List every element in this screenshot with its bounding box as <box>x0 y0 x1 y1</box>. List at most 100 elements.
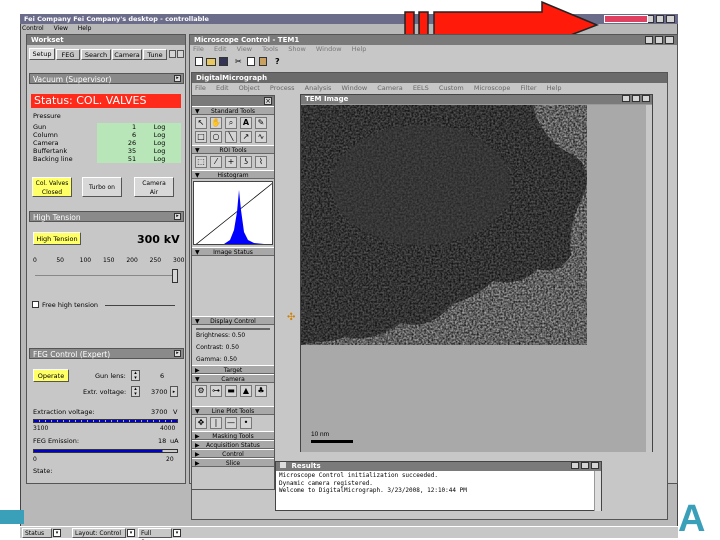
mc-menu-tools[interactable]: Tools <box>262 45 278 53</box>
control-header[interactable]: ▶ Control <box>192 449 274 458</box>
image-min-button[interactable] <box>622 95 630 102</box>
save-icon[interactable] <box>219 57 228 66</box>
target-header[interactable]: ▶ Target <box>192 365 274 374</box>
tab-feg[interactable]: FEG <box>56 49 80 60</box>
pointer-tool-icon[interactable]: ↖ <box>195 117 207 129</box>
tab-scroll-left-button[interactable] <box>169 50 176 58</box>
dm-menu-analysis[interactable]: Analysis <box>305 84 332 92</box>
taskbar-item-fullscreen[interactable]: Full Screen <box>138 528 172 540</box>
curve-shape-icon[interactable]: ∿ <box>255 131 267 143</box>
taskbar-fullscreen-dropdown[interactable]: ▾ <box>173 529 181 537</box>
ht-slider-track[interactable] <box>35 275 177 276</box>
camera-header[interactable]: ▼ Camera <box>192 374 274 383</box>
image-status-header[interactable]: ▼ Image Status <box>192 247 274 256</box>
mc-menu-help[interactable]: Help <box>352 45 367 53</box>
panel-expand-icon[interactable]: ▸ <box>174 213 181 220</box>
results-close-button[interactable] <box>591 462 599 469</box>
dm-menu-eels[interactable]: EELS <box>413 84 429 92</box>
results-vscrollbar[interactable] <box>594 471 601 511</box>
dm-menu-window[interactable]: Window <box>342 84 368 92</box>
mc-max-button[interactable] <box>655 36 663 44</box>
operate-button[interactable]: Operate <box>33 369 69 382</box>
mc-menu-window[interactable]: Window <box>316 45 342 53</box>
masking-tools-header[interactable]: ▶ Masking Tools <box>192 431 274 440</box>
line-plot-hline-icon[interactable]: — <box>225 417 237 429</box>
cut-icon[interactable]: ✂ <box>235 58 242 66</box>
feg-panel-header[interactable]: FEG Control (Expert) ▸ <box>29 348 184 359</box>
dm-menu-file[interactable]: File <box>195 84 206 92</box>
taskbar-item-layout[interactable]: Layout: Control <box>72 528 126 538</box>
lasso-roi-icon[interactable]: ʖ <box>240 156 252 168</box>
vacuum-panel-header[interactable]: Vacuum (Supervisor) ▸ <box>29 73 184 84</box>
arrow-shape-icon[interactable]: ↗ <box>240 131 252 143</box>
camera-view-icon[interactable]: ⊶ <box>210 385 222 397</box>
display-control-header[interactable]: ▼ Display Control <box>192 316 274 325</box>
text-tool-icon[interactable]: A <box>240 117 252 129</box>
panel-expand-icon[interactable]: ▸ <box>174 350 181 357</box>
tem-micrograph-image[interactable]: 10 nm <box>301 105 652 452</box>
results-min-button[interactable] <box>571 462 579 469</box>
brightness-slider[interactable] <box>196 328 270 330</box>
turbo-button[interactable]: Turbo on <box>82 177 122 197</box>
acquisition-status-header[interactable]: ▶ Acquisition Status <box>192 440 274 449</box>
hand-tool-icon[interactable]: ✋ <box>210 117 222 129</box>
gun-lens-stepper[interactable]: ▴ ▾ <box>131 370 140 381</box>
camera-air-button[interactable]: Camera Air <box>134 177 174 197</box>
dm-menu-process[interactable]: Process <box>270 84 295 92</box>
line-plot-vline-icon[interactable]: | <box>210 417 222 429</box>
dm-menu-custom[interactable]: Custom <box>439 84 464 92</box>
point-roi-icon[interactable]: + <box>225 156 237 168</box>
camera-record-icon[interactable]: ▬ <box>225 385 237 397</box>
free-ht-checkbox[interactable] <box>32 301 39 308</box>
results-max-button[interactable] <box>581 462 589 469</box>
slice-header[interactable]: ▶ Slice <box>192 458 274 467</box>
tab-scroll-right-button[interactable] <box>177 50 184 58</box>
new-file-icon[interactable] <box>195 57 203 66</box>
standard-tools-header[interactable]: ▼ Standard Tools <box>192 106 274 115</box>
extr-voltage-menu-button[interactable]: ▸ <box>170 386 178 397</box>
rect-shape-icon[interactable]: □ <box>195 131 207 143</box>
paste-icon[interactable] <box>259 57 267 66</box>
open-folder-icon[interactable] <box>206 58 216 66</box>
tab-camera[interactable]: Camera <box>112 49 142 60</box>
camera-gain-icon[interactable]: ♣ <box>255 385 267 397</box>
tab-tune[interactable]: Tune <box>143 49 167 60</box>
zoom-tool-icon[interactable]: ⌕ <box>225 117 237 129</box>
rect-roi-icon[interactable]: ⬚ <box>195 156 207 168</box>
col-valves-button[interactable]: Col. Valves Closed <box>32 177 72 197</box>
desktop-menu-control[interactable]: Control <box>22 25 44 32</box>
camera-acquire-icon[interactable]: ▲ <box>240 385 252 397</box>
roi-tools-header[interactable]: ▼ ROI Tools <box>192 145 274 154</box>
mc-menu-edit[interactable]: Edit <box>214 45 227 53</box>
mc-close-button[interactable] <box>665 36 674 44</box>
dm-menu-help[interactable]: Help <box>547 84 562 92</box>
mc-min-button[interactable] <box>645 36 653 44</box>
desktop-menu-view[interactable]: View <box>54 25 68 32</box>
polygon-roi-icon[interactable]: ⌇ <box>255 156 267 168</box>
oval-shape-icon[interactable]: ○ <box>210 131 222 143</box>
taskbar-item-status[interactable]: Status <box>22 528 52 538</box>
camera-settings-icon[interactable]: ⚙ <box>195 385 207 397</box>
tab-setup[interactable]: Setup <box>29 48 55 60</box>
pencil-tool-icon[interactable]: ✎ <box>255 117 267 129</box>
line-plot-header[interactable]: ▼ Line Plot Tools <box>192 406 274 415</box>
copy-icon[interactable] <box>247 57 255 66</box>
high-tension-button[interactable]: High Tension <box>33 232 81 245</box>
image-vscrollbar[interactable] <box>646 105 652 452</box>
dm-menu-object[interactable]: Object <box>239 84 260 92</box>
image-max-button[interactable] <box>632 95 640 102</box>
line-shape-icon[interactable]: ╲ <box>225 131 237 143</box>
desktop-menu-help[interactable]: Help <box>78 25 92 32</box>
mc-menu-view[interactable]: View <box>237 45 252 53</box>
dm-menu-edit[interactable]: Edit <box>216 84 229 92</box>
dm-menu-filter[interactable]: Filter <box>520 84 536 92</box>
line-plot-move-icon[interactable]: ✥ <box>195 417 207 429</box>
tab-search[interactable]: Search <box>81 49 111 60</box>
help-icon[interactable]: ? <box>275 57 280 66</box>
desktop-close-button[interactable] <box>666 15 675 23</box>
extr-voltage-stepper[interactable]: ▴ ▾ <box>131 386 140 397</box>
panel-expand-icon[interactable]: ▸ <box>174 75 181 82</box>
ht-slider-handle[interactable] <box>172 269 178 283</box>
histogram-header[interactable]: ▼ Histogram <box>192 170 274 179</box>
mc-menu-show[interactable]: Show <box>288 45 306 53</box>
